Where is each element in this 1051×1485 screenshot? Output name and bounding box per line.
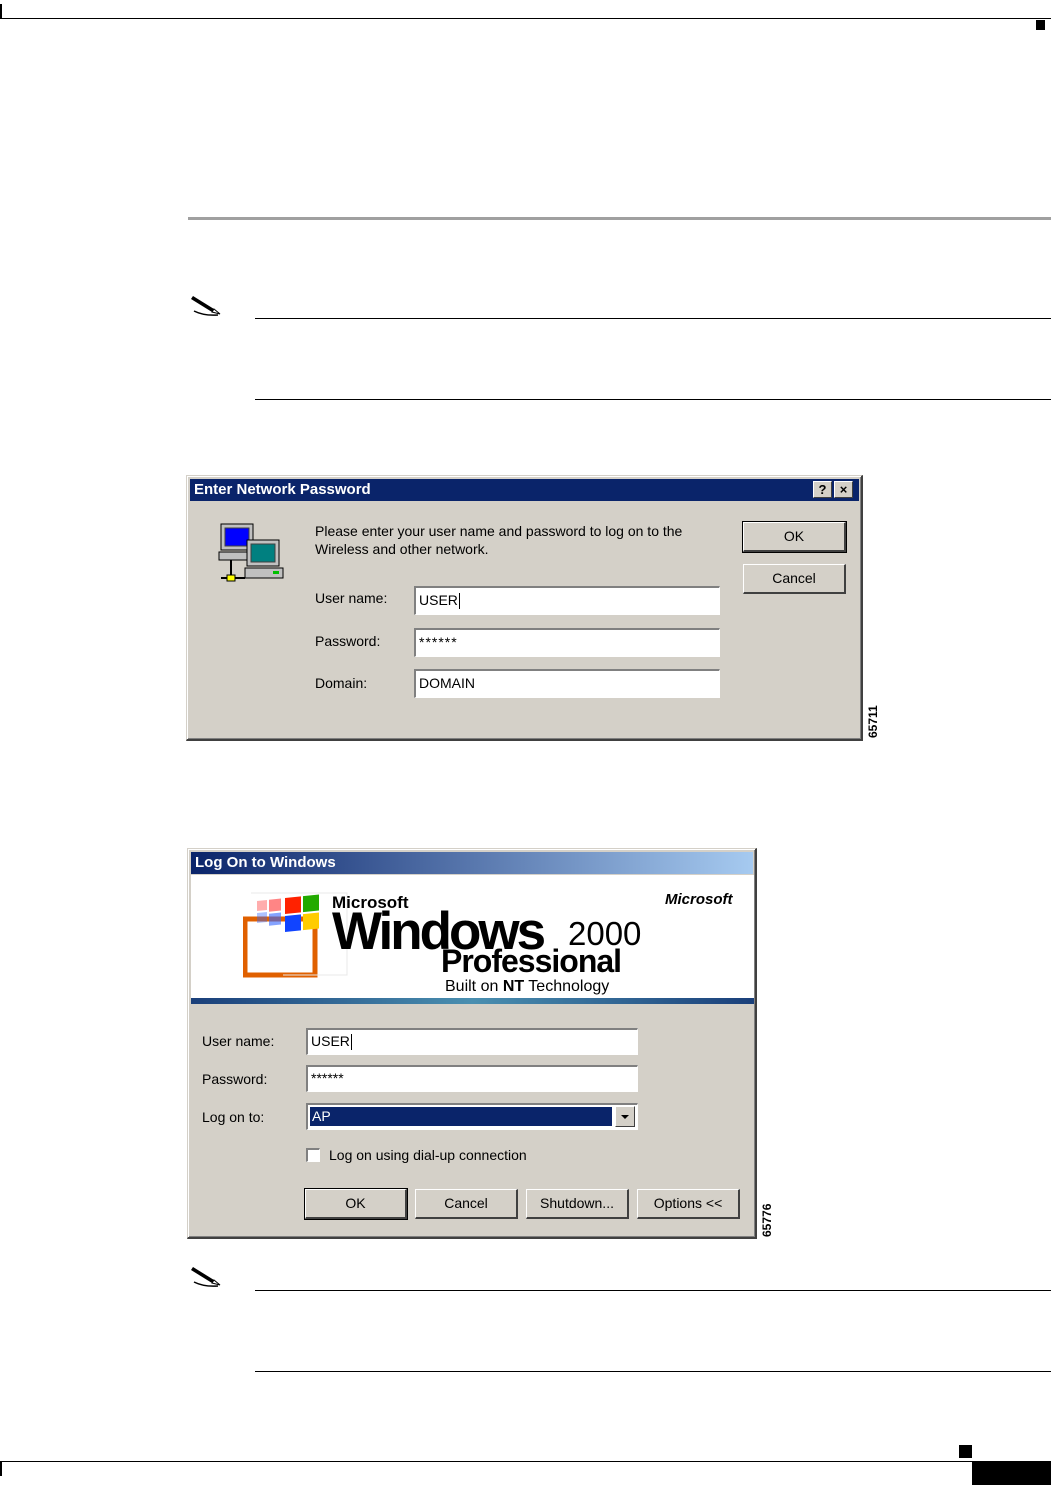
network-ok-button[interactable]: OK xyxy=(742,521,847,553)
logon-logonto-label: Log on to: xyxy=(202,1109,264,1125)
options-button[interactable]: Options << xyxy=(637,1189,740,1219)
options-label: Options << xyxy=(653,1195,723,1211)
section-rule xyxy=(188,217,1051,220)
network-password-field[interactable]: ****** xyxy=(414,628,720,657)
header-tick xyxy=(0,4,2,19)
note-top-rule xyxy=(255,318,1051,319)
network-domain-label: Domain: xyxy=(315,675,368,691)
chevron-down-icon xyxy=(621,1115,629,1119)
banner-built-nt: NT xyxy=(502,978,525,995)
logon-ok-button[interactable]: OK xyxy=(304,1188,408,1220)
logon-dialog-titlebar: Log On to Windows xyxy=(191,852,753,874)
microsoft-corp-logo: Microsoft xyxy=(665,891,733,908)
logon-password-field[interactable]: ****** xyxy=(306,1065,638,1092)
logon-username-field[interactable]: USER xyxy=(306,1028,638,1055)
shutdown-button[interactable]: Shutdown... xyxy=(526,1189,629,1219)
note-bottom-rule xyxy=(255,399,1051,400)
logon-username-value: USER xyxy=(311,1033,350,1049)
logon-ok-label: OK xyxy=(345,1195,366,1211)
network-username-label: User name: xyxy=(315,590,388,606)
header-rule xyxy=(0,18,1051,19)
network-dialog-title: Enter Network Password xyxy=(194,481,371,498)
banner-built-prefix: Built on xyxy=(445,978,503,995)
network-password-value: ****** xyxy=(419,634,458,650)
close-icon: × xyxy=(839,482,848,497)
network-domain-value: DOMAIN xyxy=(419,675,475,691)
note-pencil-icon xyxy=(191,296,221,316)
footer-tick xyxy=(0,1461,2,1476)
note-top-rule xyxy=(255,1290,1051,1291)
banner-stripe xyxy=(191,998,754,1004)
logon-to-value: AP xyxy=(310,1107,612,1126)
logon-cancel-button[interactable]: Cancel xyxy=(415,1189,518,1219)
close-title-button[interactable]: × xyxy=(834,481,853,498)
dialup-label: Log on using dial-up connection xyxy=(329,1147,527,1163)
banner-built-on: Built on NT Technology xyxy=(445,978,609,996)
network-cancel-button[interactable]: Cancel xyxy=(743,564,846,594)
logon-dialog: Log On to Windows Microsoft Windows 2000… xyxy=(187,848,757,1239)
logon-logonto-label-text: Log on to: xyxy=(202,1109,265,1125)
logon-password-label: Password: xyxy=(202,1071,267,1087)
network-username-field[interactable]: USER xyxy=(414,586,720,615)
banner-built-suffix: Technology xyxy=(524,978,610,995)
logon-password-label-text: Password: xyxy=(202,1071,268,1087)
help-icon: ? xyxy=(818,482,827,497)
logon-to-select[interactable]: AP xyxy=(306,1103,638,1130)
text-caret xyxy=(458,593,460,610)
footer-page-tab xyxy=(972,1462,1051,1485)
banner-edition: Professional xyxy=(441,943,622,979)
logon-dialog-title: Log On to Windows xyxy=(195,854,336,871)
footer-marker xyxy=(959,1445,972,1458)
note-pencil-icon xyxy=(191,1267,221,1287)
network-computers-icon xyxy=(218,523,284,582)
network-dialog-titlebar: Enter Network Password xyxy=(190,479,859,501)
text-caret xyxy=(350,1034,352,1051)
network-cancel-label: Cancel xyxy=(772,570,816,586)
header-marker xyxy=(1036,20,1045,30)
figure-id-2: 65776 xyxy=(760,1203,774,1237)
help-title-button[interactable]: ? xyxy=(813,481,832,498)
figure-id-1: 65711 xyxy=(866,705,880,738)
network-prompt-line1: Please enter your user name and password… xyxy=(315,523,683,539)
dialup-checkbox[interactable] xyxy=(306,1148,320,1162)
logon-to-dropdown-button[interactable] xyxy=(615,1106,635,1127)
logon-username-label-text: User name: xyxy=(202,1033,275,1049)
network-password-dialog: Enter Network Password ? × Please enter … xyxy=(186,475,863,741)
logon-password-value: ****** xyxy=(311,1070,344,1086)
network-prompt-line2: Wireless and other network. xyxy=(315,541,489,557)
network-username-value: USER xyxy=(419,592,458,608)
shutdown-label: Shutdown... xyxy=(540,1195,614,1211)
network-domain-field[interactable]: DOMAIN xyxy=(414,669,720,698)
logon-cancel-label: Cancel xyxy=(444,1195,488,1211)
network-password-label: Password: xyxy=(315,633,381,649)
footer-rule xyxy=(0,1461,1051,1462)
network-ok-label: OK xyxy=(783,528,805,544)
note-bottom-rule xyxy=(255,1371,1051,1372)
windows-banner: Microsoft Windows 2000 Professional Buil… xyxy=(191,875,754,998)
logon-username-label: User name: xyxy=(202,1033,274,1049)
